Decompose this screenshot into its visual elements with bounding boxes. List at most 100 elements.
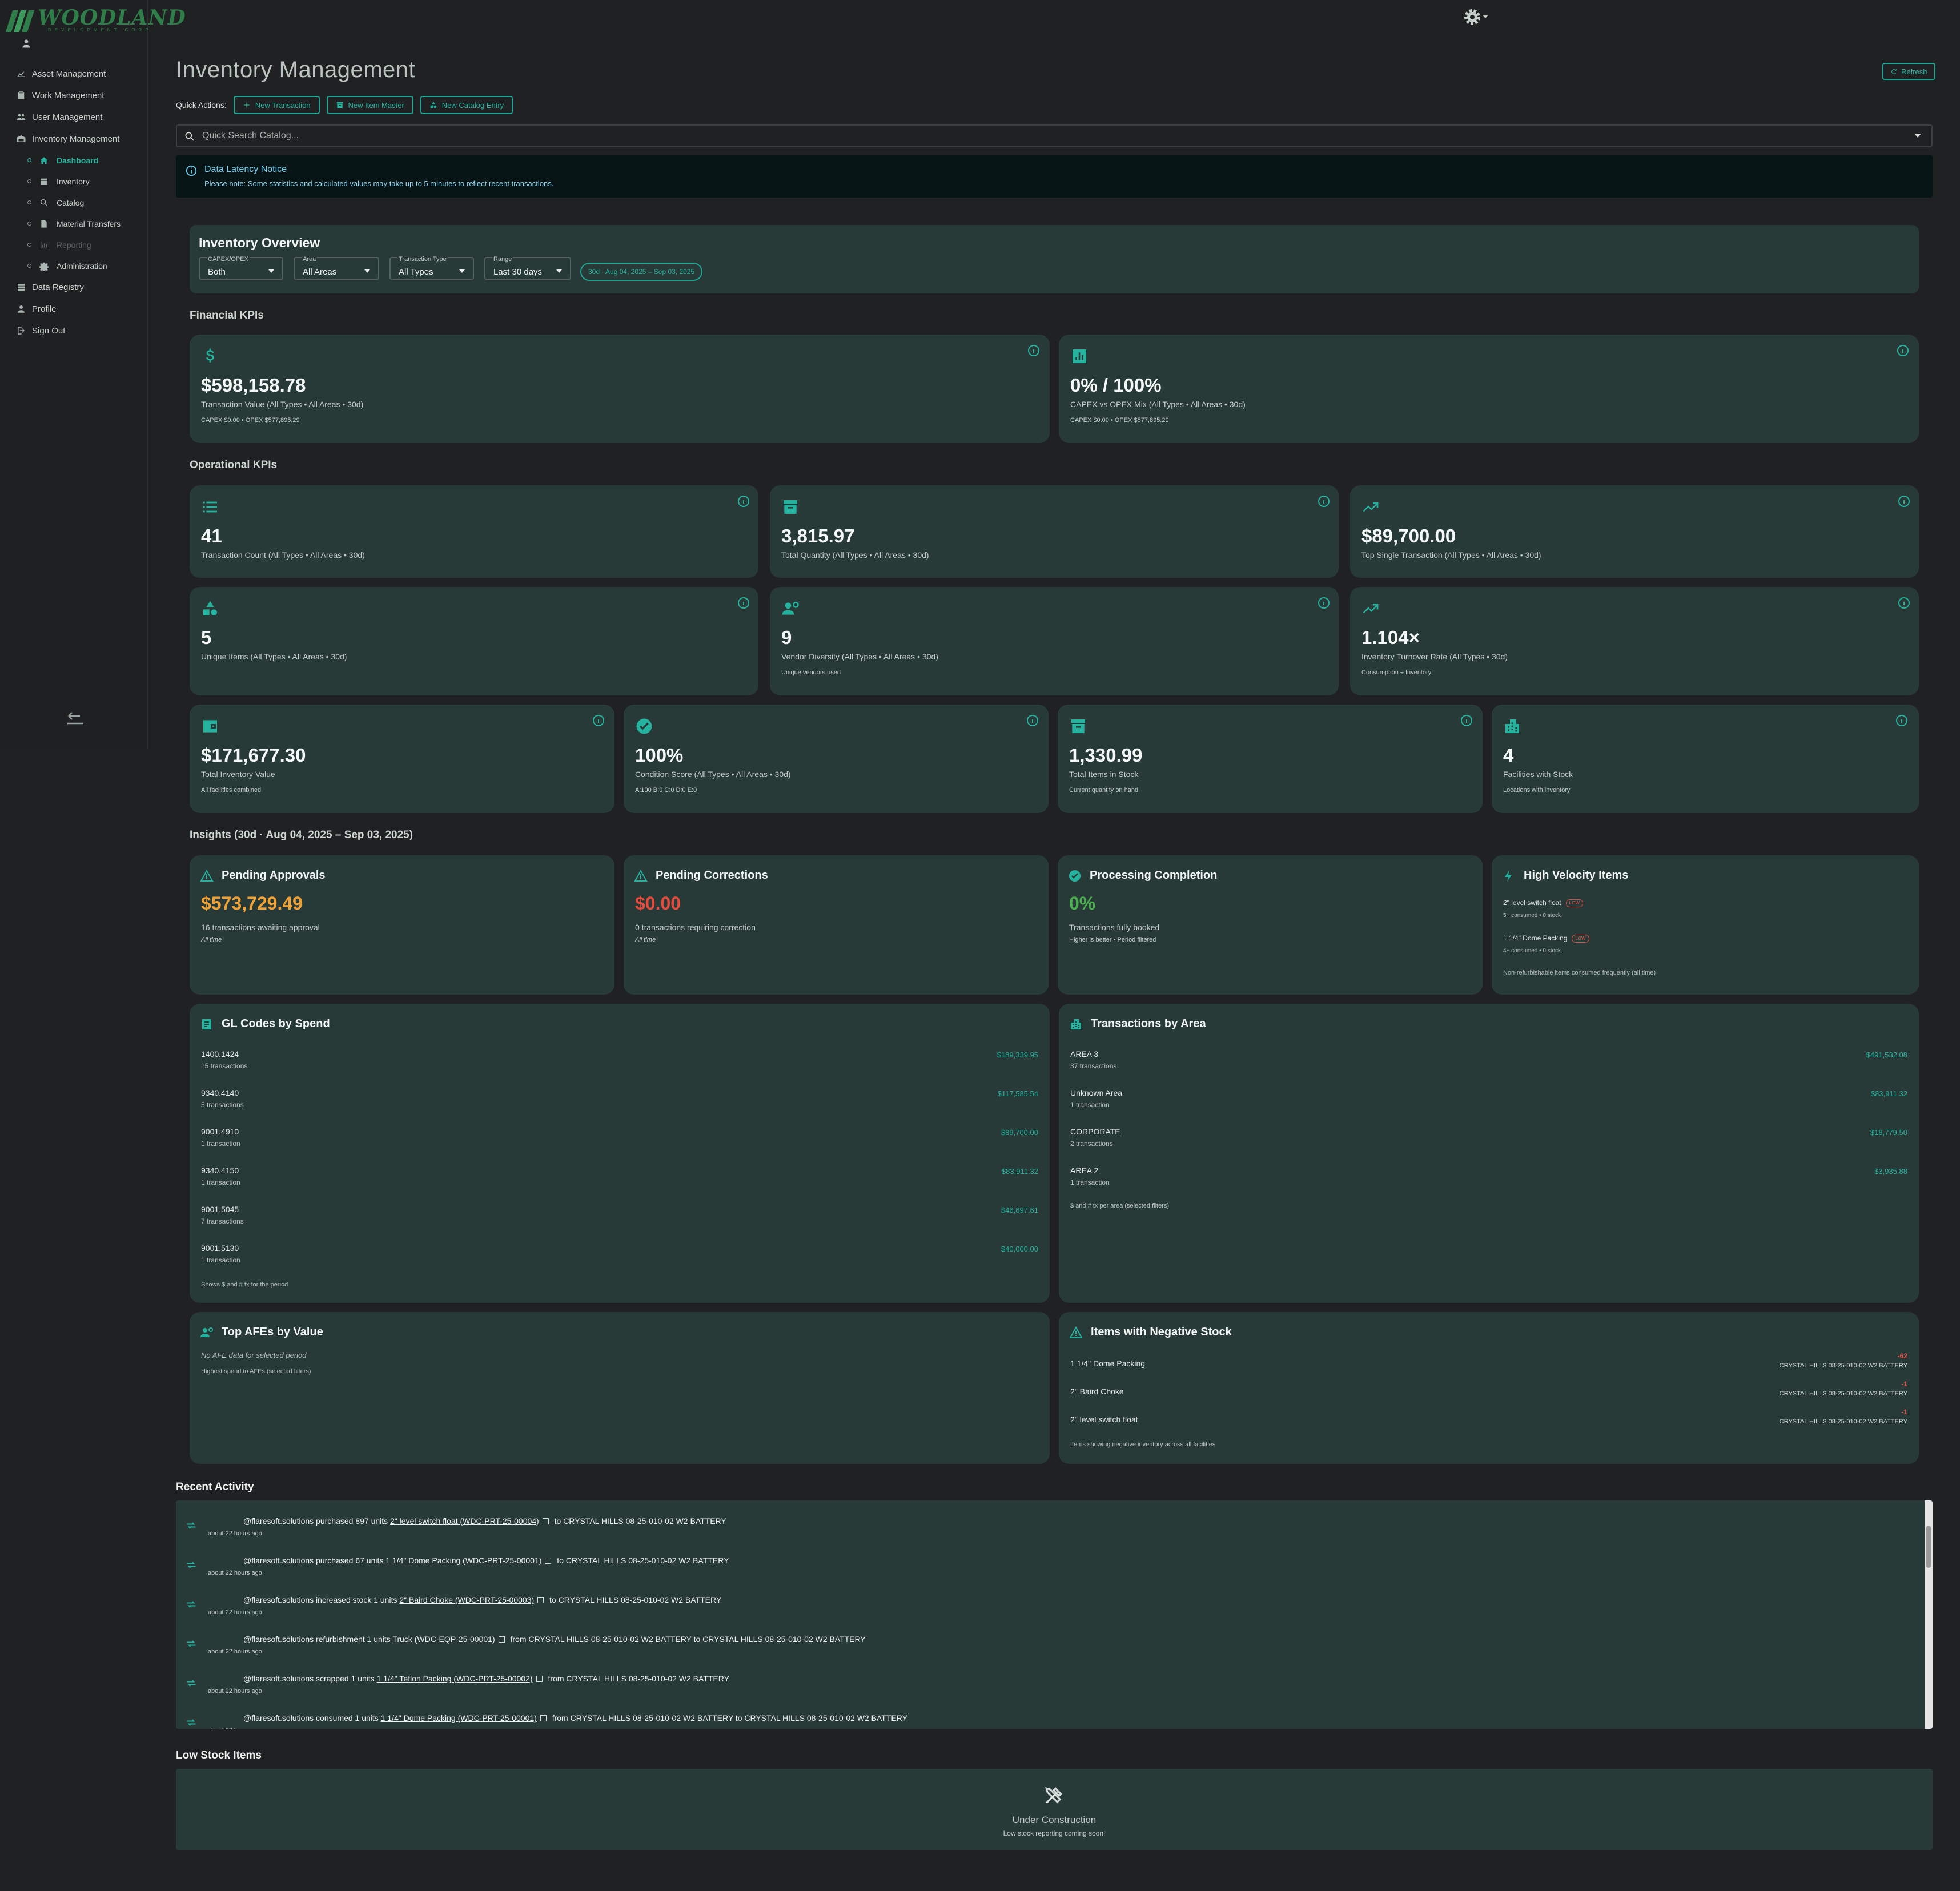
transfer-icon <box>187 1680 196 1687</box>
operational-kpis-heading: Operational KPIs <box>190 459 278 471</box>
area-select[interactable]: Area All Areas <box>294 256 379 280</box>
new-item-master-button[interactable]: New Item Master <box>326 96 413 114</box>
low-stock-heading: Low Stock Items <box>176 1749 262 1761</box>
external-link-icon[interactable] <box>542 1518 549 1524</box>
info-icon[interactable] <box>1318 597 1330 609</box>
logo-wordmark: WOODLAND <box>38 6 186 30</box>
settings-menu-icon[interactable] <box>1462 7 1495 27</box>
overview-title: Inventory Overview <box>199 235 320 250</box>
external-link-icon[interactable] <box>536 1676 543 1682</box>
list-item[interactable]: 1 1/4" Dome Packing LOW <box>1503 934 1589 943</box>
info-icon[interactable] <box>1898 496 1910 507</box>
external-link-icon[interactable] <box>545 1558 552 1564</box>
info-icon[interactable] <box>1897 345 1909 356</box>
kpi-card-top-single-transaction: $89,700.00 Top Single Transaction (All T… <box>1350 485 1919 578</box>
info-icon[interactable] <box>738 496 749 507</box>
gl-codes-panel: GL Codes by Spend 1400.1424 15 transacti… <box>190 1004 1050 1303</box>
info-icon[interactable] <box>1027 715 1038 726</box>
sidebar-item-asset-management[interactable]: Asset Management <box>0 63 147 85</box>
scrollbar[interactable] <box>1925 1500 1933 1729</box>
buildings-icon <box>1505 719 1519 733</box>
list-item: @flaresoft.solutions scrapped 1 units 1 … <box>176 1663 1923 1701</box>
plus-icon <box>244 102 250 108</box>
database-icon <box>18 284 25 291</box>
document-icon <box>41 219 47 228</box>
shapes-icon <box>430 102 437 108</box>
tools-icon <box>1045 1787 1062 1804</box>
info-icon[interactable] <box>1896 715 1907 726</box>
info-icon[interactable] <box>1461 715 1472 726</box>
item-link[interactable]: 2" level switch float (WDC-PRT-25-00004) <box>390 1516 539 1526</box>
sidebar-item-sign-out[interactable]: Sign Out <box>0 320 147 341</box>
list-item[interactable]: 2" level switch float LOW <box>1503 899 1583 907</box>
external-link-icon[interactable] <box>537 1597 544 1603</box>
sidebar-item-profile[interactable]: Profile <box>0 298 147 320</box>
chevron-down-icon[interactable] <box>1914 134 1921 138</box>
new-transaction-button[interactable]: New Transaction <box>233 96 320 114</box>
sidebar-sub-inventory[interactable]: Inventory <box>0 171 147 192</box>
info-icon[interactable] <box>593 715 604 726</box>
item-link[interactable]: 1 1/4" Dome Packing (WDC-PRT-25-00001) <box>381 1713 537 1723</box>
new-catalog-entry-button[interactable]: New Catalog Entry <box>420 96 513 114</box>
capex-opex-select[interactable]: CAPEX/OPEX Both <box>199 256 283 280</box>
notice-title: Data Latency Notice <box>204 164 287 174</box>
shapes-icon <box>203 601 217 615</box>
kpi-card-facilities-with-stock: 4 Facilities with Stock Locations with i… <box>1492 705 1919 813</box>
sidebar-item-data-registry[interactable]: Data Registry <box>0 276 147 298</box>
refresh-icon <box>1891 69 1897 74</box>
sidebar-item-inventory-management[interactable]: Inventory Management <box>0 128 147 150</box>
bar-chart-icon <box>1073 349 1086 363</box>
insights-heading: Insights (30d · Aug 04, 2025 – Sep 03, 2… <box>190 829 413 841</box>
collapse-sidebar-icon[interactable] <box>66 710 85 725</box>
info-icon[interactable] <box>1028 345 1039 356</box>
info-icon[interactable] <box>738 597 749 609</box>
sidebar-sub-dashboard[interactable]: Dashboard <box>0 150 147 171</box>
list-item: @flaresoft.solutions consumed 1 units 1 … <box>176 1702 1923 1729</box>
catalog-search-input[interactable]: Quick Search Catalog... <box>176 124 1933 147</box>
transaction-type-select[interactable]: Transaction Type All Types <box>389 256 474 280</box>
kpi-card-condition-score: 100% Condition Score (All Types • All Ar… <box>624 705 1049 813</box>
item-link[interactable]: 1 1/4" Teflon Packing (WDC-PRT-25-00002) <box>377 1674 533 1683</box>
item-link[interactable]: 2" Baird Choke (WDC-PRT-25-00003) <box>399 1595 534 1604</box>
sidebar-item-work-management[interactable]: Work Management <box>0 85 147 106</box>
kpi-card-total-inventory-value: $171,677.30 Total Inventory Value All fa… <box>190 705 614 813</box>
external-link-icon[interactable] <box>498 1636 505 1643</box>
sidebar-sub-material-transfers[interactable]: Material Transfers <box>0 213 147 234</box>
sidebar-item-user-management[interactable]: User Management <box>0 106 147 128</box>
notice-text: Please note: Some statistics and calcula… <box>204 179 554 188</box>
recent-activity-list[interactable]: @flaresoft.solutions purchased 897 units… <box>176 1500 1933 1729</box>
list-icon <box>203 501 217 513</box>
refresh-button[interactable]: Refresh <box>1882 63 1935 80</box>
warning-icon <box>634 869 648 882</box>
chevron-down-icon <box>268 269 274 273</box>
user-avatar-icon[interactable] <box>21 38 32 49</box>
list-item: @flaresoft.solutions refurbishment 1 uni… <box>176 1623 1923 1662</box>
range-select[interactable]: Range Last 30 days <box>484 256 571 280</box>
financial-kpis-heading: Financial KPIs <box>190 309 264 321</box>
external-link-icon[interactable] <box>540 1715 547 1721</box>
info-icon <box>186 165 197 176</box>
chevron-down-icon <box>556 269 562 273</box>
kpi-card-total-quantity: 3,815.97 Total Quantity (All Types • All… <box>770 485 1339 578</box>
sidebar-sub-administration[interactable]: Administration <box>0 255 147 276</box>
search-placeholder: Quick Search Catalog... <box>202 131 299 140</box>
date-range-chip: 30d · Aug 04, 2025 – Sep 03, 2025 <box>580 263 703 281</box>
warehouse-icon <box>17 135 26 142</box>
insight-processing-completion: Processing Completion 0% Transactions fu… <box>1058 855 1483 995</box>
vendor-icon <box>782 602 799 615</box>
home-icon <box>40 156 48 164</box>
sidebar-sub-catalog[interactable]: Catalog <box>0 192 147 213</box>
chevron-down-icon <box>459 269 465 273</box>
item-link[interactable]: 1 1/4" Dome Packing (WDC-PRT-25-00001) <box>385 1556 541 1565</box>
lightning-icon <box>1505 870 1512 882</box>
list-item: @flaresoft.solutions purchased 897 units… <box>176 1505 1923 1544</box>
gear-icon <box>39 262 49 271</box>
insight-pending-corrections: Pending Corrections $0.00 0 transactions… <box>624 855 1049 995</box>
info-icon[interactable] <box>1318 496 1330 507</box>
company-logo[interactable]: WOODLAND DEVELOPMENT CORP <box>5 6 186 33</box>
item-link[interactable]: Truck (WDC-EQP-25-00001) <box>392 1635 495 1644</box>
warning-icon <box>1069 1326 1083 1338</box>
list-item: @flaresoft.solutions purchased 67 units … <box>176 1544 1923 1583</box>
trend-up-icon <box>1363 604 1379 614</box>
info-icon[interactable] <box>1898 597 1910 609</box>
